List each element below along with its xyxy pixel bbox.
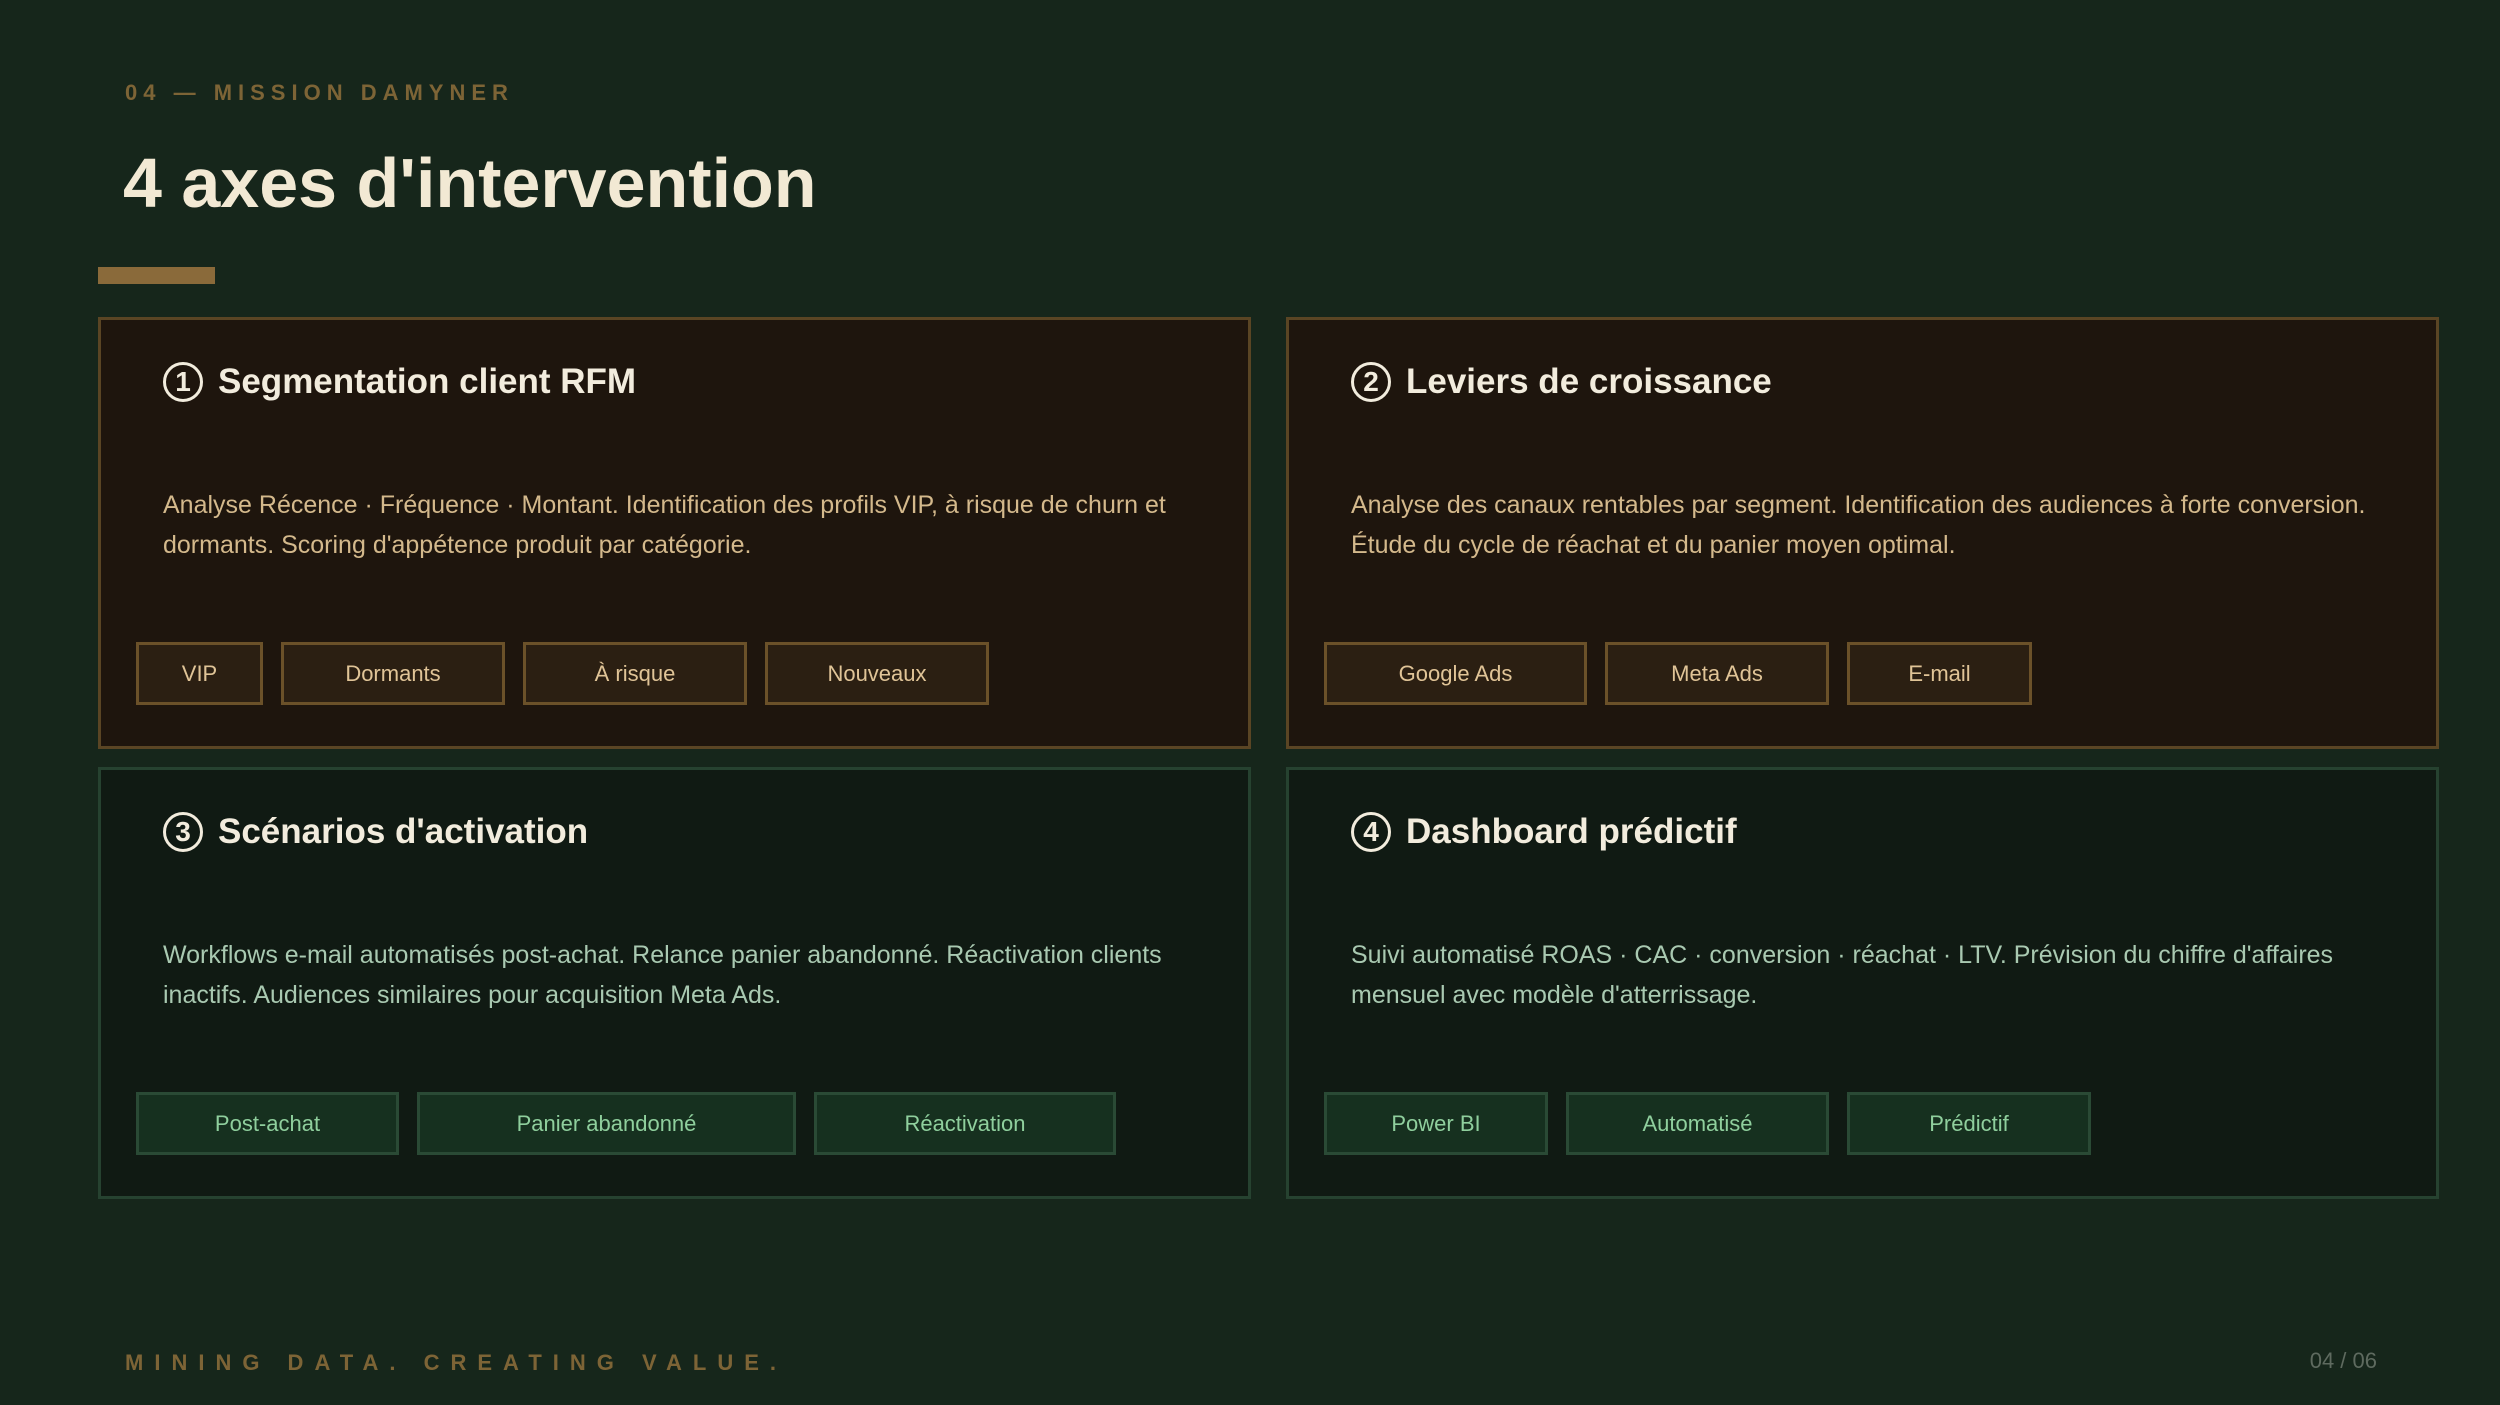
tag-predictif: Prédictif — [1847, 1092, 2091, 1155]
tag-list: VIP Dormants À risque Nouveaux — [136, 642, 989, 705]
card-segmentation: 1 Segmentation client RFM Analyse Récenc… — [98, 317, 1251, 749]
tag-post-achat: Post-achat — [136, 1092, 399, 1155]
card-title: Segmentation client RFM — [218, 362, 637, 401]
tag-list: Google Ads Meta Ads E-mail — [1324, 642, 2032, 705]
card-description: Workflows e-mail automatisés post-achat.… — [163, 941, 1162, 1009]
number-badge: 3 — [163, 812, 203, 852]
tag-email: E-mail — [1847, 642, 2032, 705]
tag-a-risque: À risque — [523, 642, 747, 705]
tag-google-ads: Google Ads — [1324, 642, 1587, 705]
tag-dormants: Dormants — [281, 642, 505, 705]
tag-meta-ads: Meta Ads — [1605, 642, 1829, 705]
number-badge: 2 — [1351, 362, 1391, 402]
card-scenarios: 3 Scénarios d'activation Workflows e-mai… — [98, 767, 1251, 1199]
tag-reactivation: Réactivation — [814, 1092, 1116, 1155]
tag-nouveaux: Nouveaux — [765, 642, 989, 705]
card-title: Dashboard prédictif — [1406, 812, 1737, 851]
card-dashboard: 4 Dashboard prédictif Suivi automatisé R… — [1286, 767, 2439, 1199]
section-eyebrow: 04 — MISSION DAMYNER — [125, 80, 514, 105]
number-badge: 1 — [163, 362, 203, 402]
tag-vip: VIP — [136, 642, 263, 705]
page-number: 04 / 06 — [2309, 1348, 2377, 1373]
card-description: Analyse Récence · Fréquence · Montant. I… — [163, 491, 1166, 559]
card-header: 1 Segmentation client RFM — [163, 362, 636, 402]
footer-tagline: MINING DATA. CREATING VALUE. — [125, 1350, 788, 1375]
card-description: Suivi automatisé ROAS · CAC · conversion… — [1351, 941, 2334, 1009]
card-header: 4 Dashboard prédictif — [1351, 812, 1737, 852]
tag-panier-abandonne: Panier abandonné — [417, 1092, 796, 1155]
title-accent-bar — [98, 267, 215, 284]
number-badge: 4 — [1351, 812, 1391, 852]
tag-power-bi: Power BI — [1324, 1092, 1548, 1155]
tag-list: Power BI Automatisé Prédictif — [1324, 1092, 2091, 1155]
card-title: Leviers de croissance — [1406, 362, 1772, 401]
card-description: Analyse des canaux rentables par segment… — [1351, 491, 2366, 559]
card-title: Scénarios d'activation — [218, 812, 589, 851]
card-header: 3 Scénarios d'activation — [163, 812, 588, 852]
page-title: 4 axes d'intervention — [123, 144, 817, 222]
tag-automatise: Automatisé — [1566, 1092, 1829, 1155]
tag-list: Post-achat Panier abandonné Réactivation — [136, 1092, 1116, 1155]
card-header: 2 Leviers de croissance — [1351, 362, 1772, 402]
card-leviers: 2 Leviers de croissance Analyse des cana… — [1286, 317, 2439, 749]
